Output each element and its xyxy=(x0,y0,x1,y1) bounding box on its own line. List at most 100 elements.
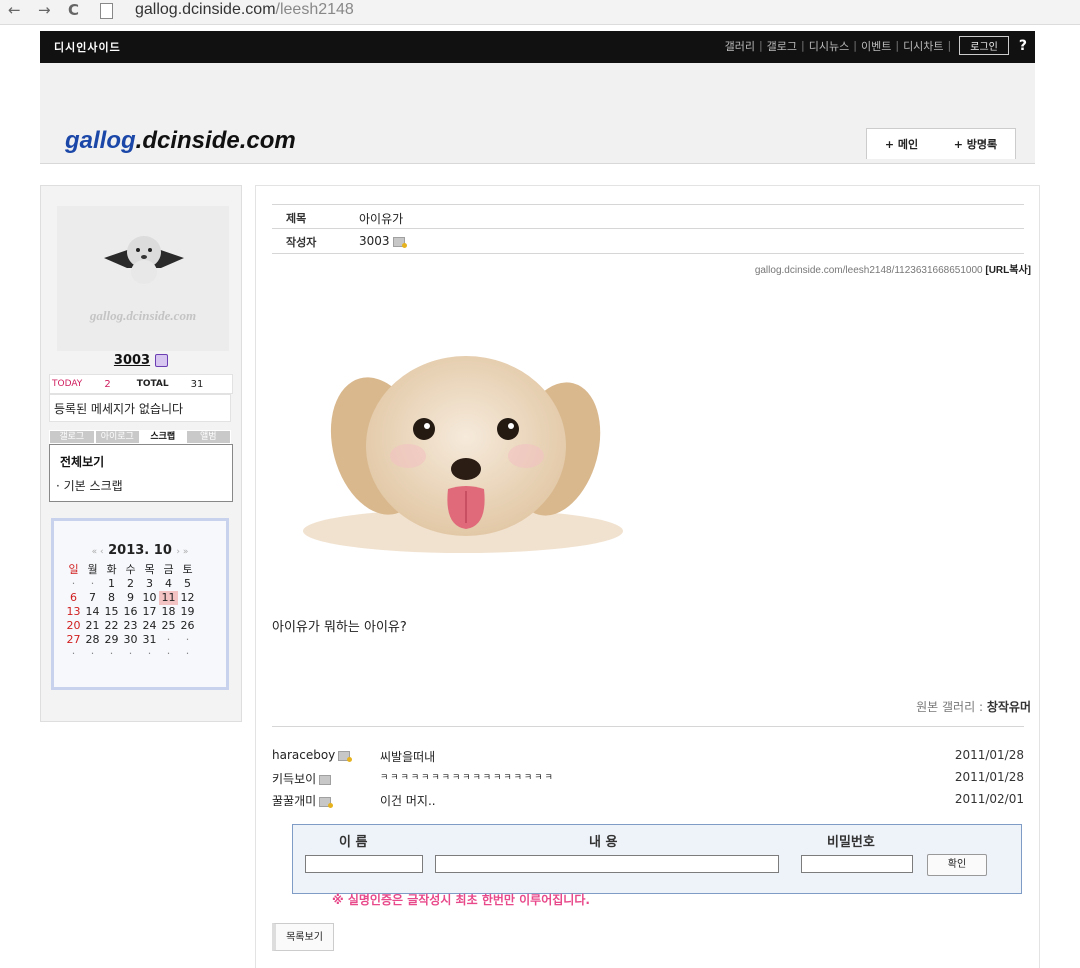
comment-author[interactable]: haraceboy xyxy=(272,748,353,762)
author-name: 3003 xyxy=(359,234,390,248)
sidebar: gallog.dcinside.com 3003 TODAY 2 TOTAL 3… xyxy=(40,185,242,722)
member-icon xyxy=(319,796,334,808)
calendar: « ‹ 2013. 10 › » 일 월 화 수 목 금 토 · · 1 2 3 4 5 6 7 8 9 10 11 1… xyxy=(51,518,229,690)
calendar-day[interactable]: 8 xyxy=(102,591,121,605)
calendar-day[interactable]: 18 xyxy=(159,605,178,619)
profile-image: gallog.dcinside.com xyxy=(57,206,229,351)
calendar-day[interactable]: 21 xyxy=(83,619,102,633)
calendar-day[interactable]: 3 xyxy=(140,577,159,591)
member-icon xyxy=(319,774,332,785)
calendar-day[interactable]: 4 xyxy=(159,577,178,591)
calendar-day[interactable]: 31 xyxy=(140,633,159,647)
back-icon[interactable]: ← xyxy=(8,1,21,19)
visitor-stats: TODAY 2 TOTAL 31 xyxy=(49,374,233,394)
page-icon xyxy=(100,3,113,19)
sidebar-tab-ilog[interactable]: 아이로그 xyxy=(94,430,140,444)
login-button[interactable]: 로그인 xyxy=(959,36,1009,55)
comment-author[interactable]: 키득보이 xyxy=(272,770,332,787)
content-input[interactable] xyxy=(435,855,779,873)
calendar-day[interactable]: 7 xyxy=(83,591,102,605)
origin-gallery-link[interactable]: 창작유머 xyxy=(987,700,1031,714)
reload-icon[interactable]: C xyxy=(68,1,79,19)
calendar-empty-day: · xyxy=(128,647,133,660)
calendar-week-row: · · 1 2 3 4 5 xyxy=(64,577,216,591)
calendar-day[interactable]: 29 xyxy=(102,633,121,647)
calendar-day[interactable]: 1 xyxy=(102,577,121,591)
password-input[interactable] xyxy=(801,855,913,873)
calendar-day[interactable]: 27 xyxy=(64,633,83,647)
total-label: TOTAL xyxy=(136,379,169,389)
help-icon[interactable]: ? xyxy=(1019,38,1027,54)
calendar-day[interactable]: 13 xyxy=(64,605,83,619)
address-bar[interactable]: gallog.dcinside.com/leesh2148 xyxy=(135,1,354,19)
origin-gallery: 원본 갤러리 : 창작유머 xyxy=(916,698,1031,715)
calendar-week-row: 20 21 22 23 24 25 26 xyxy=(64,619,216,633)
calendar-empty-day: · xyxy=(185,647,190,660)
calendar-weekday: 일 xyxy=(68,563,79,576)
nav-gallog[interactable]: 갤로그 xyxy=(767,38,797,54)
nav-event[interactable]: 이벤트 xyxy=(861,38,891,54)
calendar-day[interactable]: 19 xyxy=(178,605,197,619)
calendar-day[interactable]: 20 xyxy=(64,619,83,633)
url-copy-button[interactable]: [URL복사] xyxy=(985,265,1031,276)
browser-toolbar: ← → C gallog.dcinside.com/leesh2148 xyxy=(0,0,1080,25)
calendar-header: « ‹ 2013. 10 › » xyxy=(54,543,226,558)
calendar-day[interactable]: 22 xyxy=(102,619,121,633)
calendar-weekday: 월 xyxy=(87,563,98,576)
sidebar-tab-scrap[interactable]: 스크랩 xyxy=(140,430,186,444)
post-title: 아이유가 xyxy=(359,212,404,226)
list-view-button[interactable]: 목록보기 xyxy=(272,923,334,951)
calendar-day[interactable]: 25 xyxy=(159,619,178,633)
member-badge-icon xyxy=(155,354,169,367)
calendar-day[interactable]: 10 xyxy=(140,591,159,605)
calendar-day[interactable]: 14 xyxy=(83,605,102,619)
name-label: 이 름 xyxy=(339,835,368,850)
calendar-day[interactable]: 23 xyxy=(121,619,140,633)
calendar-week-row: 13 14 15 16 17 18 19 xyxy=(64,605,216,619)
nav-dcnews[interactable]: 디시뉴스 xyxy=(809,38,849,54)
logo-suffix: .dcinside.com xyxy=(135,127,296,154)
nav-gallery[interactable]: 갤러리 xyxy=(725,38,755,54)
calendar-day[interactable]: 30 xyxy=(121,633,140,647)
comment-date: 2011/02/01 xyxy=(954,792,1024,806)
comment-author-name: 꿀꿀개미 xyxy=(272,794,317,808)
url-path: /leesh2148 xyxy=(275,1,354,18)
calendar-week-row: 6 7 8 9 10 11 12 xyxy=(64,591,216,605)
calendar-day[interactable]: 16 xyxy=(121,605,140,619)
scrap-basic-link[interactable]: · 기본 스크랩 xyxy=(56,477,123,494)
url-host: gallog.dcinside.com xyxy=(135,1,276,18)
calendar-day[interactable]: 2 xyxy=(121,577,140,591)
today-label: TODAY xyxy=(52,379,83,389)
comment-author-name: haraceboy xyxy=(272,748,336,762)
calendar-day[interactable]: 5 xyxy=(178,577,197,591)
tab-main[interactable]: + 메인 xyxy=(885,136,918,152)
calendar-day[interactable]: 24 xyxy=(140,619,159,633)
post-author[interactable]: 3003 xyxy=(359,234,407,248)
gallog-logo[interactable]: gallog.dcinside.com xyxy=(65,127,296,155)
sidebar-tab-album[interactable]: 앨범 xyxy=(185,430,231,444)
calendar-day[interactable]: 11 xyxy=(159,591,178,605)
nav-dcchart[interactable]: 디시차트 xyxy=(903,38,943,54)
member-icon xyxy=(338,750,353,762)
calendar-day[interactable]: 6 xyxy=(64,591,83,605)
calendar-prev-icon[interactable]: « ‹ xyxy=(92,547,104,557)
calendar-day[interactable]: 15 xyxy=(102,605,121,619)
calendar-day[interactable]: 28 xyxy=(83,633,102,647)
username[interactable]: 3003 xyxy=(41,353,241,368)
calendar-next-icon[interactable]: › » xyxy=(176,547,188,557)
scrap-all-link[interactable]: 전체보기 xyxy=(60,453,104,470)
name-input[interactable] xyxy=(305,855,423,873)
site-title[interactable]: 디시인사이드 xyxy=(54,39,121,55)
tab-guestbook[interactable]: + 방명록 xyxy=(954,136,997,152)
calendar-day[interactable]: 9 xyxy=(121,591,140,605)
sidebar-tab-gallog[interactable]: 갤로그 xyxy=(49,430,95,444)
confirm-button[interactable]: 확인 xyxy=(927,854,987,876)
calendar-day[interactable]: 26 xyxy=(178,619,197,633)
forward-icon[interactable]: → xyxy=(38,1,51,19)
comment-author-name: 키득보이 xyxy=(272,772,317,786)
calendar-day[interactable]: 12 xyxy=(178,591,197,605)
calendar-day[interactable]: 17 xyxy=(140,605,159,619)
calendar-year-month: 2013. 10 xyxy=(108,543,172,558)
calendar-week-row: · · · · · · · xyxy=(64,647,216,661)
comment-author[interactable]: 꿀꿀개미 xyxy=(272,792,334,809)
